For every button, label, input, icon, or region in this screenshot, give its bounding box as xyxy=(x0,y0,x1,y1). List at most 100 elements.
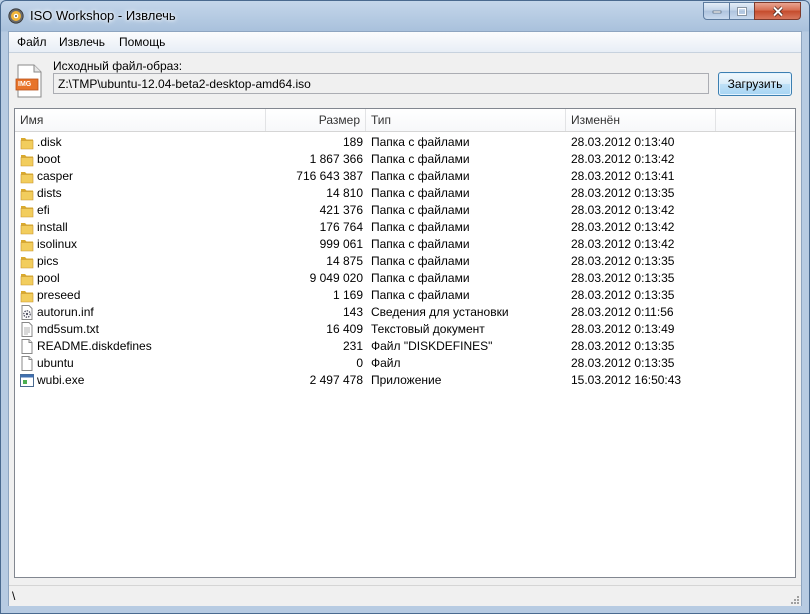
app-window: ISO Workshop - Извлечь Файл Извлечь Помо… xyxy=(0,0,810,614)
table-row[interactable]: .disk 189 Папка с файлами 28.03.2012 0:13:4… xyxy=(15,134,795,151)
cell-name: .disk xyxy=(37,135,62,149)
table-row[interactable]: pics 14 875 Папка с файлами 28.03.2012 0:13… xyxy=(15,253,795,270)
title-bar[interactable]: ISO Workshop - Извлечь xyxy=(1,1,809,31)
cell-type: Папка с файлами xyxy=(371,288,470,302)
cell-modified: 28.03.2012 0:13:35 xyxy=(571,288,675,302)
table-row[interactable]: isolinux 999 061 Папка с файлами 28.03.2012… xyxy=(15,236,795,253)
maximize-button[interactable] xyxy=(729,2,755,20)
cell-modified: 28.03.2012 0:13:42 xyxy=(571,237,675,251)
cell-type: Папка с файлами xyxy=(371,254,470,268)
column-modified[interactable]: Изменён xyxy=(566,109,716,131)
column-type[interactable]: Тип xyxy=(366,109,566,131)
cell-modified: 28.03.2012 0:13:35 xyxy=(571,271,675,285)
cell-size: 0 xyxy=(356,356,363,370)
cell-modified: 28.03.2012 0:13:35 xyxy=(571,356,675,370)
table-row[interactable]: README.diskdefines 231 Файл "DISKDEFINES" 2… xyxy=(15,338,795,355)
cell-name: dists xyxy=(37,186,62,200)
menu-bar: Файл Извлечь Помощь xyxy=(9,32,801,53)
cell-type: Папка с файлами xyxy=(371,271,470,285)
close-button[interactable] xyxy=(754,2,801,20)
table-row[interactable]: install 176 764 Папка с файлами 28.03.2012 … xyxy=(15,219,795,236)
table-row[interactable]: boot 1 867 366 Папка с файлами 28.03.2012 0… xyxy=(15,151,795,168)
file-list[interactable]: Имя Размер Тип Изменён .disk 189 Папка с ф… xyxy=(14,108,796,578)
cell-size: 231 xyxy=(342,339,363,353)
folder-icon xyxy=(20,237,34,252)
cell-modified: 28.03.2012 0:13:42 xyxy=(571,203,675,217)
app-file-icon xyxy=(20,373,34,388)
status-text: \ xyxy=(12,589,16,603)
text-file-icon xyxy=(20,322,34,337)
folder-icon xyxy=(20,220,34,235)
folder-icon xyxy=(20,288,34,303)
cell-size: 2 497 478 xyxy=(309,373,363,387)
cell-size: 189 xyxy=(342,135,363,149)
cell-size: 9 049 020 xyxy=(309,271,363,285)
table-row[interactable]: autorun.inf 143 Сведения для установки 28.0… xyxy=(15,304,795,321)
column-name[interactable]: Имя xyxy=(15,109,266,131)
cell-size: 716 643 387 xyxy=(296,169,363,183)
cell-type: Папка с файлами xyxy=(371,186,470,200)
cell-size: 143 xyxy=(342,305,363,319)
cell-name: efi xyxy=(37,203,50,217)
cell-size: 176 764 xyxy=(319,220,363,234)
cell-size: 1 867 366 xyxy=(309,152,363,166)
cell-name: ubuntu xyxy=(37,356,74,370)
cell-modified: 28.03.2012 0:11:56 xyxy=(571,305,674,319)
minimize-button[interactable] xyxy=(703,2,730,20)
cell-name: isolinux xyxy=(37,237,78,251)
table-row[interactable]: pool 9 049 020 Папка с файлами 28.03.2012 0… xyxy=(15,270,795,287)
maximize-icon xyxy=(737,6,747,16)
folder-icon xyxy=(20,135,34,150)
folder-icon xyxy=(20,254,34,269)
image-file-badge: IMG xyxy=(18,81,32,88)
menu-extract[interactable]: Извлечь xyxy=(59,35,105,49)
cell-type: Приложение xyxy=(371,373,442,387)
table-row[interactable]: md5sum.txt 16 409 Текстовый документ 28.03.… xyxy=(15,321,795,338)
table-row[interactable]: efi 421 376 Папка с файлами 28.03.2012 0:13… xyxy=(15,202,795,219)
column-size[interactable]: Размер xyxy=(266,109,366,131)
table-row[interactable]: preseed 1 169 Папка с файлами 28.03.2012 0:… xyxy=(15,287,795,304)
cell-name: install xyxy=(37,220,68,234)
table-row[interactable]: casper 716 643 387 Папка с файлами 28.03.20… xyxy=(15,168,795,185)
cell-size: 421 376 xyxy=(319,203,363,217)
window-title: ISO Workshop - Извлечь xyxy=(30,8,176,23)
folder-icon xyxy=(20,203,34,218)
cell-modified: 28.03.2012 0:13:42 xyxy=(571,152,675,166)
cell-name: pics xyxy=(37,254,59,268)
cell-modified: 15.03.2012 16:50:43 xyxy=(571,373,682,387)
settings-file-icon xyxy=(20,305,34,320)
load-button[interactable]: Загрузить xyxy=(718,72,792,96)
cell-modified: 28.03.2012 0:13:35 xyxy=(571,339,675,353)
table-row[interactable]: wubi.exe 2 497 478 Приложение 15.03.2012 16… xyxy=(15,372,795,389)
resize-grip-icon[interactable] xyxy=(788,593,800,605)
file-icon xyxy=(20,339,34,354)
cell-modified: 28.03.2012 0:13:42 xyxy=(571,220,675,234)
menu-help[interactable]: Помощь xyxy=(119,35,165,49)
cell-type: Папка с файлами xyxy=(371,237,470,251)
cell-name: wubi.exe xyxy=(37,373,85,387)
folder-icon xyxy=(20,169,34,184)
list-header: Имя Размер Тип Изменён xyxy=(15,109,795,132)
close-icon xyxy=(772,5,783,17)
cell-type: Сведения для установки xyxy=(371,305,509,319)
cell-name: boot xyxy=(37,152,61,166)
cell-modified: 28.03.2012 0:13:35 xyxy=(571,186,675,200)
cell-size: 14 810 xyxy=(326,186,363,200)
cell-name: autorun.inf xyxy=(37,305,94,319)
column-filler xyxy=(716,109,795,131)
cell-modified: 28.03.2012 0:13:35 xyxy=(571,254,675,268)
source-image-label: Исходный файл-образ: xyxy=(53,59,183,73)
cell-name: casper xyxy=(37,169,74,183)
folder-icon xyxy=(20,152,34,167)
cell-name: preseed xyxy=(37,288,81,302)
source-path-field[interactable]: Z:\TMP\ubuntu-12.04-beta2-desktop-amd64.… xyxy=(53,73,709,94)
cell-type: Папка с файлами xyxy=(371,169,470,183)
cell-type: Папка с файлами xyxy=(371,152,470,166)
table-row[interactable]: dists 14 810 Папка с файлами 28.03.2012 0:1… xyxy=(15,185,795,202)
cell-size: 999 061 xyxy=(319,237,363,251)
menu-file[interactable]: Файл xyxy=(17,35,47,49)
table-row[interactable]: ubuntu 0 Файл 28.03.2012 0:13:35 xyxy=(15,355,795,372)
cell-type: Текстовый документ xyxy=(371,322,485,336)
cell-type: Файл xyxy=(371,356,401,370)
cell-type: Папка с файлами xyxy=(371,135,470,149)
